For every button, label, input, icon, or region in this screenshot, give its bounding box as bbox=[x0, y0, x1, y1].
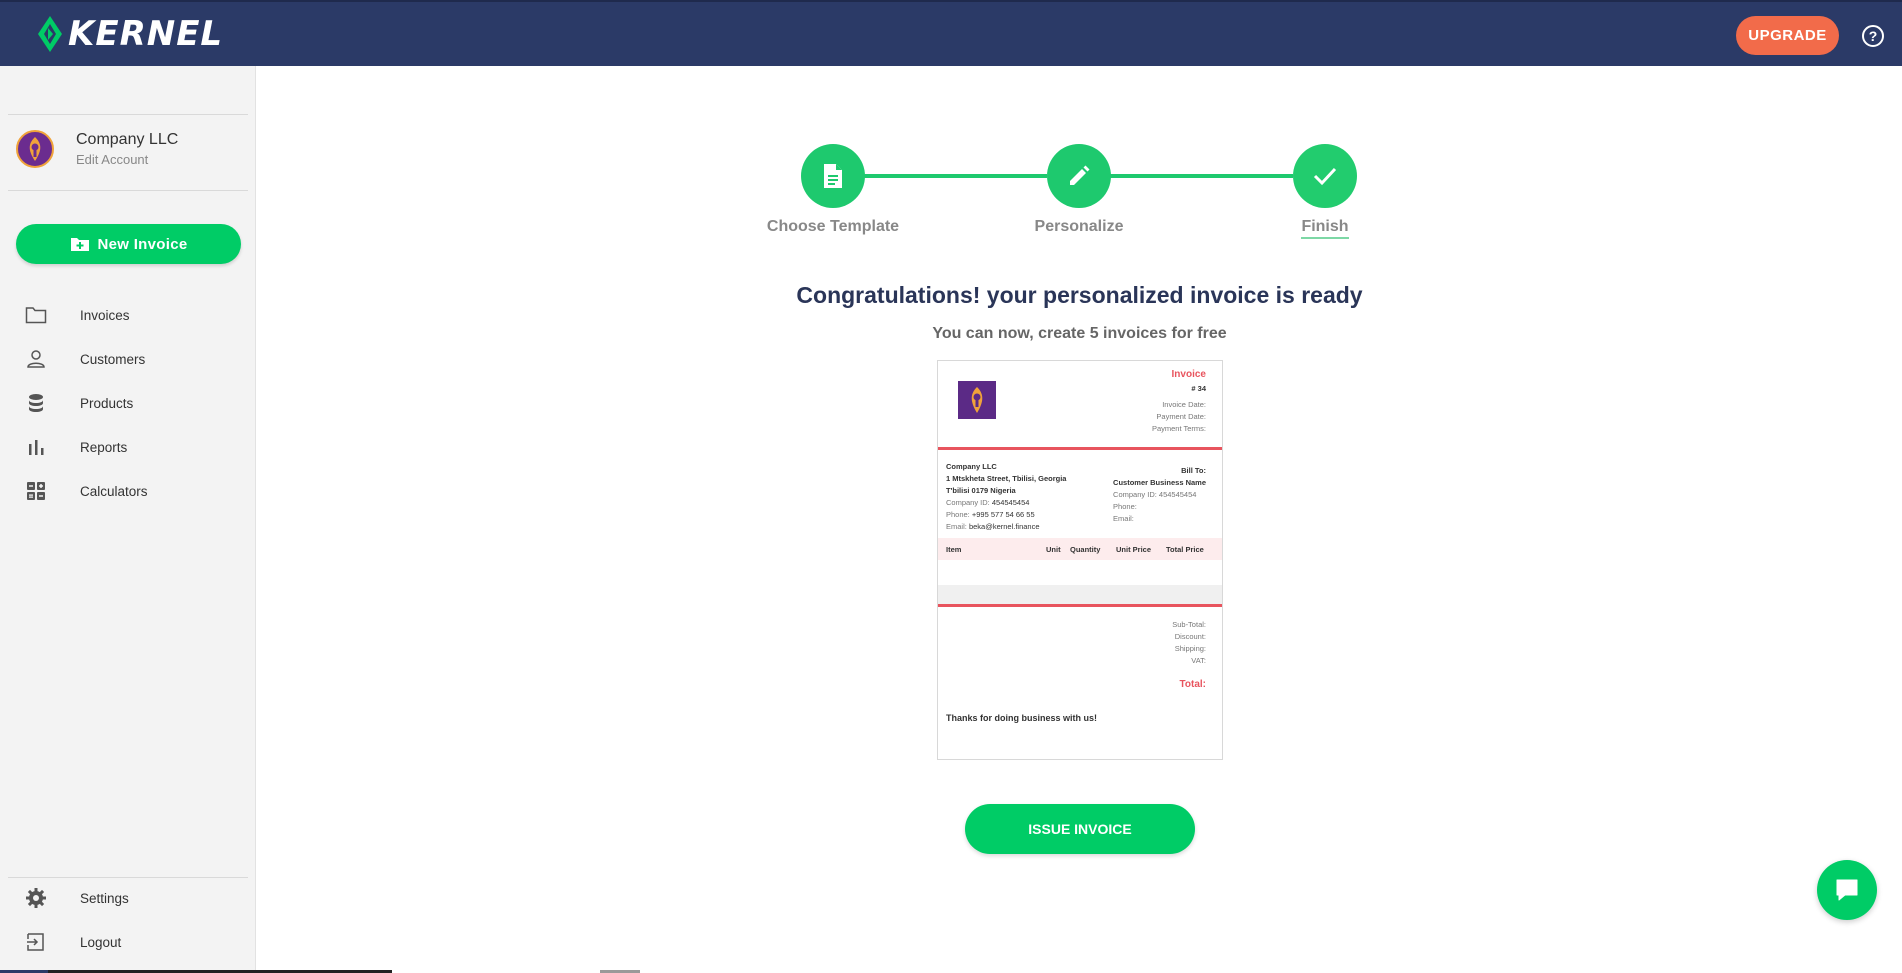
from-phone-label: Phone: bbox=[946, 510, 970, 519]
logout-icon bbox=[24, 930, 48, 954]
brand-name: KERNEL bbox=[68, 14, 224, 54]
bill-to-phone: Phone: bbox=[1113, 502, 1137, 511]
step-label-choose-template: Choose Template bbox=[766, 218, 900, 235]
bill-to-email: Email: bbox=[1113, 514, 1134, 523]
sidebar-item-label: Products bbox=[80, 395, 134, 411]
from-address1: 1 Mtskheta Street, Tbilisi, Georgia bbox=[946, 474, 1067, 483]
sidebar-item-reports[interactable]: Reports bbox=[0, 427, 255, 467]
col-item: Item bbox=[946, 545, 962, 554]
shipping-label: Shipping: bbox=[1174, 644, 1206, 653]
discount-label: Discount: bbox=[1174, 632, 1206, 641]
payment-date-label: Payment Date: bbox=[1156, 412, 1206, 421]
issue-invoice-button[interactable]: ISSUE INVOICE bbox=[965, 804, 1195, 854]
total-label: Total: bbox=[1179, 679, 1206, 690]
check-icon bbox=[1313, 167, 1337, 186]
sidebar-item-label: Customers bbox=[80, 351, 146, 367]
step-label-personalize: Personalize bbox=[1034, 218, 1124, 235]
sidebar: Company LLC Edit Account New Invoice Inv… bbox=[0, 66, 256, 973]
col-unit-price: Unit Price bbox=[1116, 545, 1152, 554]
invoice-from: Company LLC 1 Mtskheta Street, Tbilisi, … bbox=[946, 461, 1066, 533]
invoice-table-header: Item Unit Quantity Unit Price Total Pric… bbox=[938, 538, 1222, 560]
help-circle-icon[interactable]: ? bbox=[1862, 25, 1884, 47]
step-connector bbox=[833, 174, 1047, 178]
avatar bbox=[16, 130, 54, 168]
document-icon bbox=[824, 164, 842, 188]
bill-to-name: Customer Business Name bbox=[1113, 478, 1206, 487]
from-email: beka@kernel.finance bbox=[968, 522, 1040, 531]
bar-chart-icon bbox=[24, 435, 48, 459]
invoice-company-logo bbox=[958, 381, 996, 419]
calculator-icon bbox=[24, 479, 48, 503]
col-total-price: Total Price bbox=[1166, 545, 1204, 554]
invoice-title: Invoice bbox=[1171, 369, 1206, 380]
company-logo-icon bbox=[29, 137, 41, 161]
step-personalize[interactable] bbox=[1047, 144, 1111, 208]
step-connector bbox=[1079, 174, 1293, 178]
page-title: Congratulations! your personalized invoi… bbox=[796, 282, 1363, 308]
new-invoice-label: New Invoice bbox=[97, 235, 188, 253]
sidebar-item-customers[interactable]: Customers bbox=[0, 339, 255, 379]
invoice-preview: Invoice # 34 Invoice Date: Payment Date:… bbox=[937, 360, 1223, 760]
database-icon bbox=[24, 391, 48, 415]
account-block[interactable]: Company LLC Edit Account bbox=[16, 130, 178, 168]
from-phone: +995 577 54 66 55 bbox=[971, 510, 1035, 519]
company-logo-icon bbox=[971, 387, 983, 413]
kernel-diamond-icon bbox=[38, 16, 62, 52]
sidebar-item-label: Reports bbox=[80, 439, 128, 455]
invoice-divider bbox=[938, 447, 1222, 450]
folder-plus-icon bbox=[70, 238, 89, 251]
invoice-bill-to: Bill To: Customer Business Name Company … bbox=[1113, 465, 1206, 525]
kernel-logo[interactable]: KERNEL bbox=[36, 14, 223, 54]
folder-icon bbox=[24, 303, 48, 327]
col-unit: Unit bbox=[1046, 545, 1061, 554]
sidebar-item-invoices[interactable]: Invoices bbox=[0, 295, 255, 335]
step-finish[interactable] bbox=[1293, 144, 1357, 208]
sidebar-item-calculators[interactable]: Calculators bbox=[0, 471, 255, 511]
sidebar-item-label: Invoices bbox=[80, 307, 130, 323]
top-bar: KERNEL UPGRADE ? bbox=[0, 0, 1902, 66]
gear-icon bbox=[24, 886, 48, 910]
edit-account-link[interactable]: Edit Account bbox=[76, 152, 178, 167]
from-name: Company LLC bbox=[946, 462, 997, 471]
sidebar-item-label: Settings bbox=[80, 890, 129, 906]
invoice-number: # 34 bbox=[1191, 384, 1206, 393]
page-subtitle: You can now, create 5 invoices for free bbox=[932, 325, 1227, 342]
new-invoice-button[interactable]: New Invoice bbox=[16, 224, 241, 264]
bill-to-label: Bill To: bbox=[1181, 466, 1206, 475]
step-choose-template[interactable] bbox=[801, 144, 865, 208]
sidebar-item-products[interactable]: Products bbox=[0, 383, 255, 423]
col-quantity: Quantity bbox=[1070, 545, 1101, 554]
step-label-finish-text: Finish bbox=[1301, 218, 1349, 239]
pencil-icon bbox=[1070, 165, 1090, 185]
sidebar-divider bbox=[8, 190, 248, 191]
upgrade-button[interactable]: UPGRADE bbox=[1736, 16, 1839, 55]
bill-to-company-id: Company ID: 454545454 bbox=[1113, 490, 1197, 499]
sidebar-item-logout[interactable]: Logout bbox=[0, 922, 255, 962]
vat-label: VAT: bbox=[1191, 656, 1206, 665]
sidebar-item-label: Logout bbox=[80, 934, 122, 950]
from-company-id-label: Company ID: bbox=[946, 498, 990, 507]
main-content: Choose Template Personalize Finish Congr… bbox=[257, 66, 1902, 973]
account-name: Company LLC bbox=[76, 131, 179, 148]
sidebar-divider bbox=[8, 114, 248, 115]
subtotal-label: Sub-Total: bbox=[1172, 620, 1206, 629]
chat-bubble-icon bbox=[1836, 879, 1858, 901]
from-email-label: Email: bbox=[946, 522, 967, 531]
invoice-table-row bbox=[938, 585, 1222, 605]
from-address2: T'bilisi 0179 Nigeria bbox=[946, 486, 1016, 495]
invoice-date-label: Invoice Date: bbox=[1162, 400, 1206, 409]
invoice-thanks: Thanks for doing business with us! bbox=[946, 713, 1098, 723]
sidebar-item-settings[interactable]: Settings bbox=[0, 878, 255, 918]
user-icon bbox=[24, 347, 48, 371]
from-company-id: 454545454 bbox=[991, 498, 1030, 507]
step-label-finish: Finish bbox=[1225, 218, 1425, 239]
sidebar-item-label: Calculators bbox=[80, 483, 148, 499]
invoice-totals: Sub-Total: Discount: Shipping: VAT: bbox=[1172, 619, 1206, 667]
invoice-divider bbox=[938, 604, 1222, 607]
stepper: Choose Template Personalize Finish bbox=[257, 66, 1902, 246]
payment-terms-label: Payment Terms: bbox=[1151, 424, 1206, 433]
chat-button[interactable] bbox=[1817, 860, 1877, 920]
